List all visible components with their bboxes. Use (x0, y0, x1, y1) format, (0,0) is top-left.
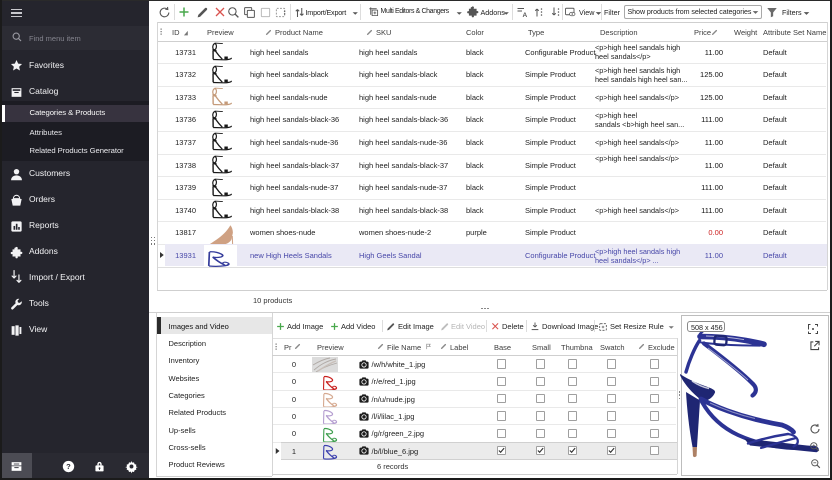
svg-text:?: ? (66, 462, 71, 471)
svg-text:A: A (523, 12, 528, 19)
